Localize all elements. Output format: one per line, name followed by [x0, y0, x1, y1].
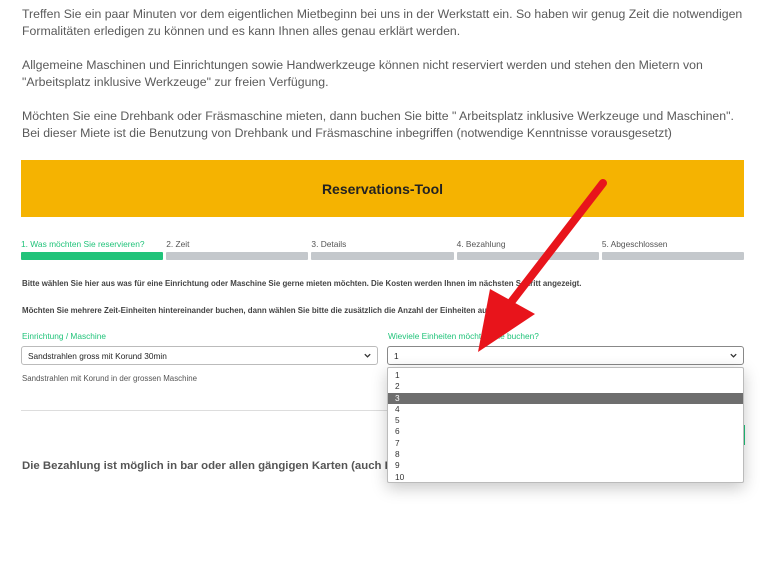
units-dropdown-list[interactable]: 1 2 3 4 5 6 7 8 9 10 [387, 367, 744, 483]
payment-info: Die Bezahlung ist möglich in bar oder al… [22, 460, 448, 472]
units-select-value: 1 [394, 350, 399, 361]
step-progress-bar [456, 252, 599, 260]
step-completed[interactable]: 5. Abgeschlossen [601, 239, 745, 260]
step-details[interactable]: 3. Details [311, 239, 454, 260]
intro-paragraph-machines: Möchten Sie eine Drehbank oder Fräsmasch… [22, 109, 734, 140]
chevron-down-icon [730, 353, 737, 358]
step-label: 3. Details [311, 239, 347, 249]
equipment-select[interactable]: Sandstrahlen gross mit Korund 30min [21, 346, 378, 365]
units-label: Wieviele Einheiten möchten Sie buchen? [388, 331, 539, 341]
units-option[interactable]: 3 [388, 392, 743, 404]
step-label: 5. Abgeschlossen [601, 239, 668, 249]
units-option[interactable]: 5 [388, 415, 743, 426]
step-progress-bar [21, 252, 164, 260]
units-select[interactable]: 1 [387, 346, 744, 365]
chevron-down-icon [364, 353, 371, 358]
step-time[interactable]: 2. Zeit [166, 239, 309, 260]
units-option[interactable]: 10 [388, 472, 743, 483]
step-progress-bar [311, 252, 454, 260]
units-option[interactable]: 9 [388, 460, 743, 471]
units-option[interactable]: 4 [388, 404, 743, 415]
reservation-tool-title: Reservations-Tool [321, 180, 444, 197]
units-option[interactable]: 6 [388, 426, 743, 437]
intro-paragraph-tools: Allgemeine Maschinen und Einrichtungen s… [22, 58, 703, 89]
units-option[interactable]: 1 [388, 370, 743, 381]
equipment-label: Einrichtung / Maschine [22, 331, 106, 341]
units-option[interactable]: 7 [388, 438, 743, 449]
instruction-choose-equipment: Bitte wählen Sie hier aus was für eine E… [22, 279, 582, 288]
step-label: 4. Bezahlung [456, 239, 506, 249]
equipment-description: Sandstrahlen mit Korund in der grossen M… [22, 374, 198, 383]
step-label: 2. Zeit [166, 239, 190, 249]
reservation-tool-banner: Reservations-Tool [21, 160, 744, 217]
step-payment[interactable]: 4. Bezahlung [456, 239, 599, 260]
step-progress-bar [166, 252, 309, 260]
units-option[interactable]: 8 [388, 449, 743, 460]
step-progress-bar [601, 252, 745, 260]
equipment-select-value: Sandstrahlen gross mit Korund 30min [28, 350, 167, 361]
instruction-multiple-units: Möchten Sie mehrere Zeit-Einheiten hinte… [22, 306, 494, 315]
units-option[interactable]: 2 [388, 381, 743, 392]
progress-steps: 1. Was möchten Sie reservieren? 2. Zeit … [21, 239, 745, 260]
intro-paragraph-arrival: Treffen Sie ein paar Minuten vor dem eig… [22, 7, 743, 38]
step-label: 1. Was möchten Sie reservieren? [21, 239, 145, 249]
step-what[interactable]: 1. Was möchten Sie reservieren? [21, 239, 164, 260]
section-divider [21, 410, 387, 411]
